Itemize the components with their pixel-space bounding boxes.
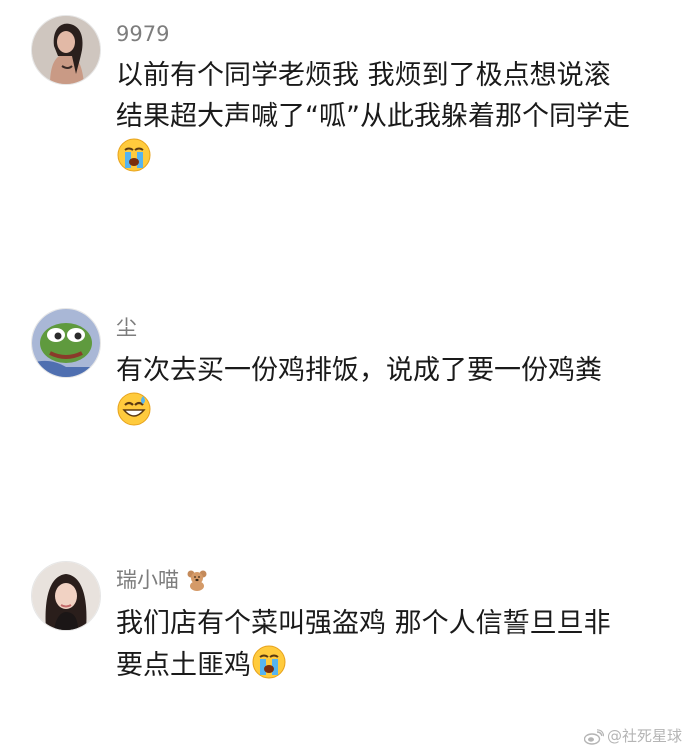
- comment-text-line: 以前有个同学老烦我 我烦到了极点想说滚: [116, 60, 611, 91]
- username-text: 瑞小喵: [116, 568, 179, 592]
- comment-text: 以前有个同学老烦我 我烦到了极点想说滚 结果超大声喊了“呱”从此我躲着那个同学走: [116, 55, 676, 178]
- comment-text: 有次去买一份鸡排饭，说成了要一份鸡粪: [116, 350, 676, 432]
- weibo-logo-icon: [583, 729, 605, 749]
- comment-text-line: 我们店有个菜叫强盗鸡 那个人信誓旦旦非: [116, 608, 611, 639]
- comment-text-line: 结果超大声喊了“呱”从此我躲着那个同学走: [116, 101, 630, 132]
- comment-emoji-line: [116, 391, 676, 432]
- comment-text: 我们店有个菜叫强盗鸡 那个人信誓旦旦非 要点土匪鸡: [116, 603, 676, 685]
- comment-text-segment: 要点土匪鸡: [116, 650, 251, 681]
- watermark: @社死星球: [583, 725, 682, 749]
- teddy-bear-icon: [186, 569, 208, 591]
- watermark-text: @社死星球: [606, 727, 682, 745]
- comment-emoji-line: [116, 137, 676, 178]
- avatar[interactable]: [31, 561, 101, 631]
- loudly-crying-face-icon: [251, 644, 287, 680]
- grinning-sweat-face-icon: [116, 391, 152, 427]
- comment-text-line: 有次去买一份鸡排饭，说成了要一份鸡粪: [116, 355, 602, 386]
- avatar[interactable]: [31, 308, 101, 378]
- comment-text-line: 要点土匪鸡: [116, 644, 676, 685]
- loudly-crying-face-icon: [116, 137, 152, 173]
- username[interactable]: 尘: [116, 316, 137, 340]
- avatar[interactable]: [31, 15, 101, 85]
- username[interactable]: 瑞小喵: [116, 568, 208, 592]
- username[interactable]: 9979: [116, 22, 169, 46]
